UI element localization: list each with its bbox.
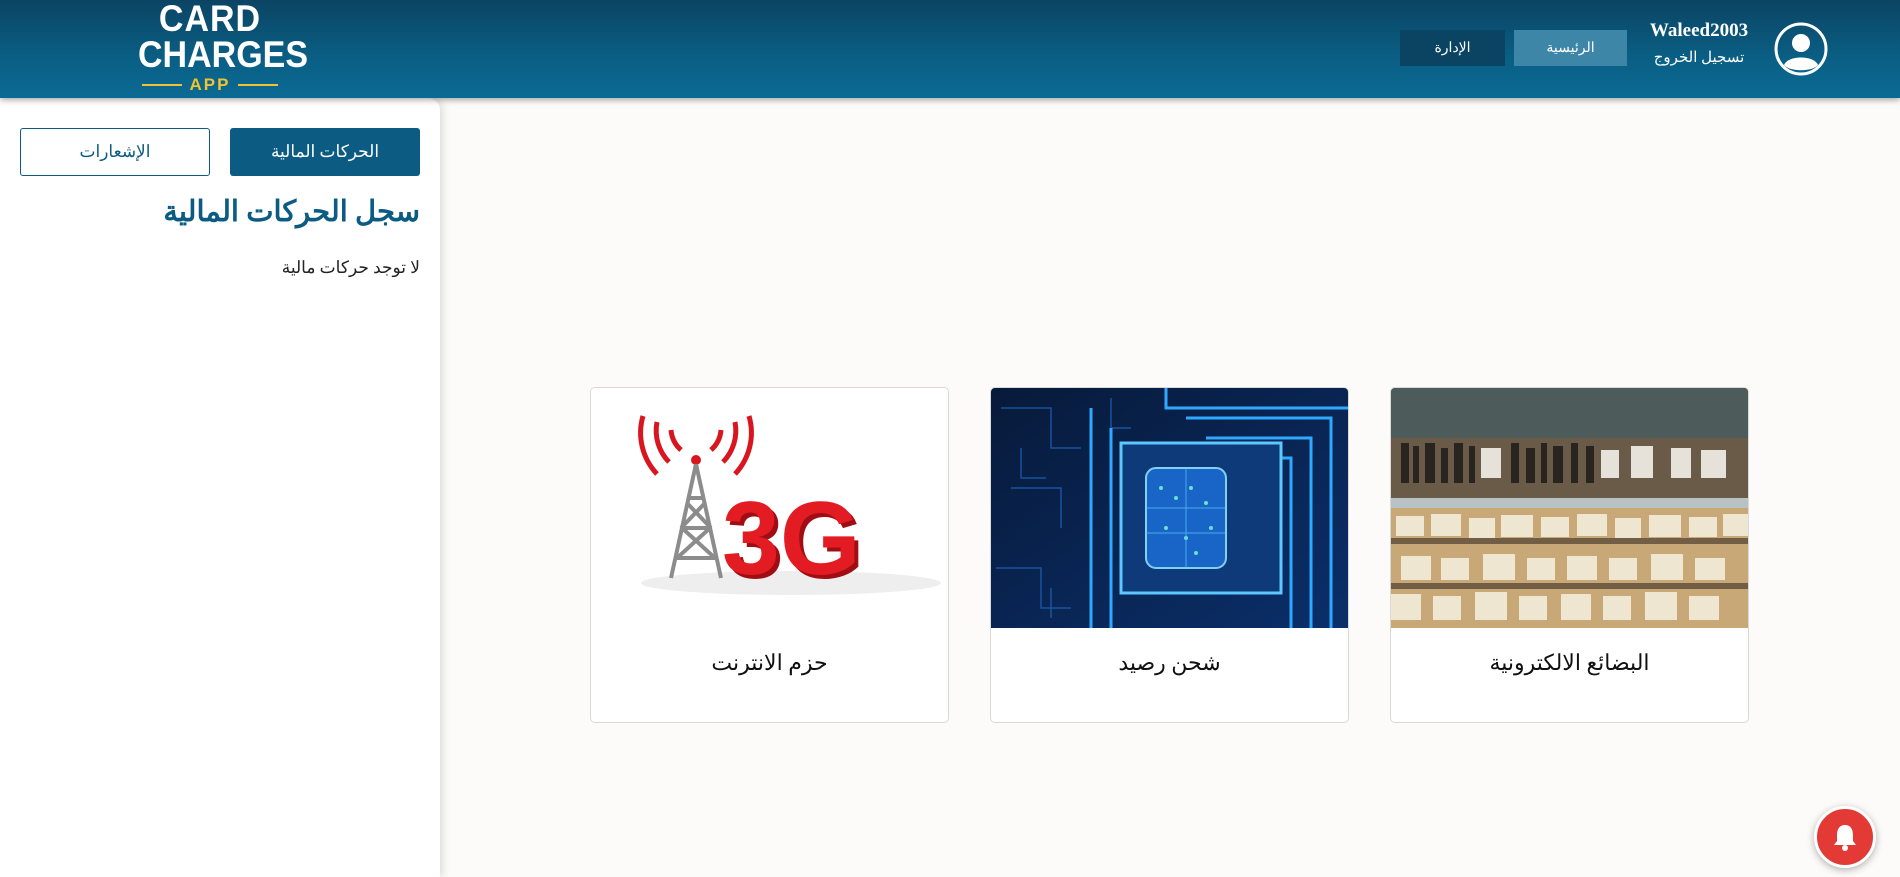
user-avatar-icon[interactable]	[1774, 22, 1828, 76]
nav-admin-button[interactable]: الإدارة	[1400, 30, 1505, 66]
sim-chip-image	[991, 388, 1348, 628]
logo-rule-left	[141, 83, 182, 86]
logo-line-2: CHARGES	[138, 34, 309, 76]
top-header: CARD CHARGES APP الإدارة الرئيسية Waleed…	[0, 0, 1900, 98]
bell-icon	[1834, 825, 1856, 851]
record-store-image	[1391, 388, 1748, 628]
3g-tower-image: 3G 3G	[591, 388, 948, 628]
nav-home-button[interactable]: الرئيسية	[1514, 30, 1627, 66]
3g-text: 3G	[722, 481, 861, 597]
transactions-title: سجل الحركات المالية	[163, 196, 420, 228]
logo-rule-right	[238, 83, 279, 86]
transactions-sidebar: الحركات المالية الإشعارات سجل الحركات ال…	[0, 98, 440, 877]
tab-notifications[interactable]: الإشعارات	[20, 128, 210, 176]
username: Waleed2003	[1649, 20, 1749, 41]
logo-app-text: APP	[189, 75, 231, 94]
logo-line-3: APP	[138, 76, 282, 93]
empty-transactions-message: لا توجد حركات مالية	[281, 258, 420, 277]
app-logo[interactable]: CARD CHARGES APP	[138, 0, 309, 93]
logout-link[interactable]: تسجيل الخروج	[1640, 48, 1758, 67]
card-balance-charge-label: شحن رصيد	[1118, 650, 1221, 675]
card-balance-charge[interactable]: شحن رصيد	[990, 387, 1349, 723]
tab-transactions[interactable]: الحركات المالية	[230, 128, 420, 176]
card-internet-packages-label: حزم الانترنت	[711, 650, 828, 675]
card-electronic-goods[interactable]: البضائع الالكترونية	[1390, 387, 1749, 723]
card-internet-packages[interactable]: 3G 3G حزم الانترنت	[590, 387, 949, 723]
notification-bell-button[interactable]	[1814, 806, 1876, 868]
logo-line-1: CARD	[158, 0, 262, 40]
card-electronic-goods-label: البضائع الالكترونية	[1489, 650, 1650, 675]
